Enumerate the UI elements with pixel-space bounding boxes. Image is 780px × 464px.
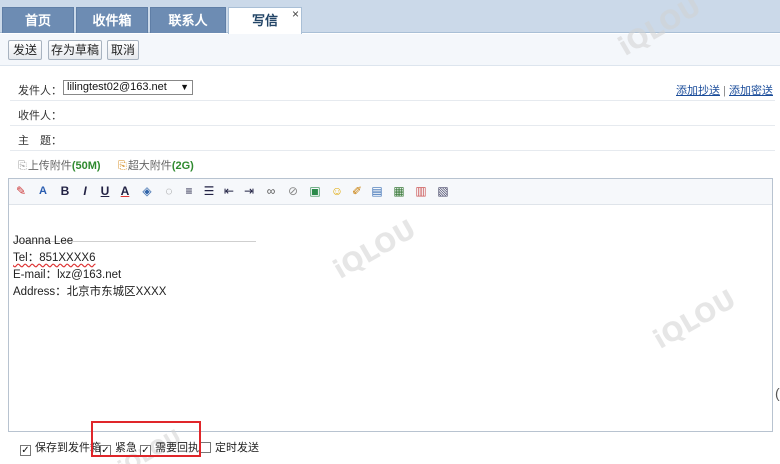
add-cc-link[interactable]: 添加抄送: [676, 85, 720, 97]
list-icon[interactable]: ☰: [201, 183, 217, 199]
from-label: 发件人：: [18, 85, 62, 97]
add-bcc-link[interactable]: 添加密送: [729, 85, 773, 97]
unlink-icon[interactable]: ⊘: [285, 183, 301, 199]
indent-icon[interactable]: ⇥: [241, 183, 257, 199]
save-to-sent-checkbox[interactable]: ✓: [20, 445, 31, 456]
rich-text-editor: ✎ A B I U A ◈ ◌ ≡ ☰ ⇤ ⇥ ∞ ⊘ ▣ ☺ ✐ ▤ ▦ ▥ …: [8, 178, 773, 432]
to-label: 收件人：: [18, 110, 62, 122]
align-icon[interactable]: ≡: [181, 183, 197, 199]
italic-icon[interactable]: I: [77, 183, 93, 199]
subject-label: 主 题：: [18, 135, 62, 147]
from-row: 发件人： lilingtest02@163.net ▼ 添加抄送 | 添加密送: [10, 76, 775, 101]
paperclip-large-icon: ⎘: [118, 160, 127, 172]
link-separator: |: [723, 85, 726, 97]
cc-bcc-links: 添加抄送 | 添加密送: [676, 82, 773, 98]
font-color-icon[interactable]: A: [117, 183, 133, 199]
save-draft-button[interactable]: 存为草稿: [48, 40, 102, 60]
signature-tel: Tel：851XXXX6: [13, 252, 96, 264]
tab-home[interactable]: 首页: [2, 7, 74, 33]
to-row[interactable]: 收件人：: [10, 101, 775, 126]
tab-compose[interactable]: 写信: [228, 7, 302, 34]
save-to-sent-option[interactable]: ✓ 保存到发件箱: [20, 439, 101, 456]
close-tab-icon[interactable]: ×: [292, 8, 299, 20]
scheduled-send-checkbox[interactable]: [200, 442, 211, 453]
attachment-row: ⎘上传附件(50M) ⎘超大附件(2G): [10, 151, 775, 176]
outdent-icon[interactable]: ⇤: [221, 183, 237, 199]
scheduled-send-option[interactable]: 定时发送: [200, 439, 259, 455]
upload-limit: (50M): [71, 160, 101, 172]
editor-body[interactable]: Joanna Lee Tel：851XXXX6 E-mail：lxz@163.n…: [13, 233, 166, 301]
highlight-box: [91, 421, 201, 457]
link-icon[interactable]: ∞: [263, 183, 279, 199]
format-painter-icon[interactable]: ✎: [13, 183, 29, 199]
highlight-color-icon[interactable]: ◈: [139, 183, 155, 199]
underline-icon[interactable]: U: [97, 183, 113, 199]
subject-row[interactable]: 主 题：: [10, 126, 775, 151]
upload-attachment-label: 上传附件: [27, 160, 72, 172]
compose-toolbar: 发送 存为草稿 取消: [0, 34, 780, 66]
large-limit: (2G): [171, 160, 194, 172]
cancel-button[interactable]: 取消: [107, 40, 139, 60]
editor-toolbar: ✎ A B I U A ◈ ◌ ≡ ☰ ⇤ ⇥ ∞ ⊘ ▣ ☺ ✐ ▤ ▦ ▥ …: [9, 179, 772, 205]
eraser-icon[interactable]: ◌: [161, 183, 177, 199]
scheduled-send-label: 定时发送: [215, 442, 259, 454]
large-attachment-label: 超大附件: [127, 160, 172, 172]
font-family-icon[interactable]: A: [35, 183, 51, 199]
screenshot-icon[interactable]: ▤: [369, 183, 385, 199]
bold-icon[interactable]: B: [57, 183, 73, 199]
business-card-icon[interactable]: ▧: [435, 183, 451, 199]
signature-email: E-mail：lxz@163.net: [13, 269, 122, 281]
insert-media-icon[interactable]: ▦: [391, 183, 407, 199]
image-icon[interactable]: ▣: [307, 183, 323, 199]
paperclip-icon: ⎘: [18, 160, 27, 172]
from-select-value: lilingtest02@163.net: [67, 81, 167, 93]
signature-address: Address：北京市东城区XXXX: [13, 286, 167, 298]
send-button[interactable]: 发送: [8, 40, 42, 60]
top-tab-bar: 首页 收件箱 联系人 写信 ×: [0, 0, 780, 34]
calendar-icon[interactable]: ▥: [413, 183, 429, 199]
dropdown-arrow-icon: ▼: [180, 82, 189, 92]
upload-attachment-link[interactable]: ⎘上传附件(50M): [18, 157, 101, 173]
large-attachment-link[interactable]: ⎘超大附件(2G): [118, 157, 194, 173]
signature-name: Joanna Lee: [13, 235, 74, 247]
edge-bracket-icon: (: [775, 385, 780, 401]
from-select[interactable]: lilingtest02@163.net ▼: [63, 80, 193, 95]
edit-note-icon[interactable]: ✐: [349, 183, 365, 199]
tab-contacts[interactable]: 联系人: [150, 7, 226, 33]
tab-inbox[interactable]: 收件箱: [76, 7, 148, 33]
emoji-icon[interactable]: ☺: [329, 183, 345, 199]
